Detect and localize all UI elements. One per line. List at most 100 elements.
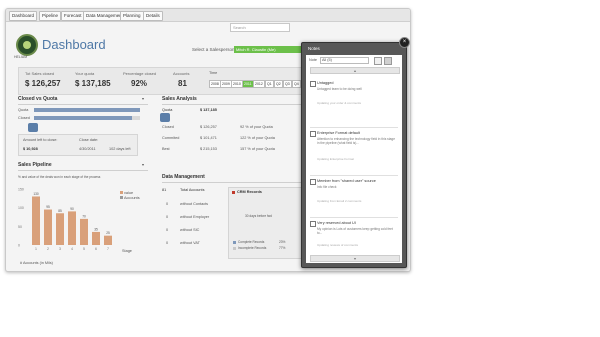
sales-analysis-row-best: Best $ 215,153 157 % of your Quota: [162, 147, 302, 155]
tab-dashboard[interactable]: Dashboard: [9, 11, 38, 21]
row-value: $ 137,185: [200, 108, 217, 112]
legend-incomplete-label: Incomplete Records: [238, 246, 267, 250]
divider: [18, 170, 148, 171]
note-checkbox[interactable]: [310, 221, 316, 227]
page-title: Dashboard: [42, 37, 106, 52]
legend-complete-swatch: [233, 241, 236, 244]
row-pct: 92 % of your Quota: [240, 125, 273, 129]
close-date-label: Close date:: [79, 138, 99, 142]
closed-label: Closed: [18, 116, 30, 120]
pipeline-bar[interactable]: [56, 213, 64, 245]
note-meta: Updating from Email 2 comments: [317, 199, 362, 203]
search-input[interactable]: Search: [230, 23, 290, 32]
note-title: Member from "shared user" source: [317, 179, 376, 183]
notes-filter-select[interactable]: All (5): [320, 57, 369, 64]
note-divider: [310, 127, 398, 128]
time-q1-button[interactable]: Q1: [265, 80, 274, 88]
x-tick-label: 7: [107, 247, 109, 251]
scroll-up-button[interactable]: ▴: [310, 67, 400, 74]
time-2012-button[interactable]: 2012: [253, 80, 265, 88]
kpi-percentage: Percentage closed 92%: [123, 71, 156, 88]
stage-label: Stage: [122, 249, 132, 253]
note-checkbox[interactable]: [310, 81, 316, 87]
time-label: Time: [209, 71, 218, 75]
legend-complete-label: Complete Records: [238, 240, 265, 244]
list-view-icon[interactable]: [384, 57, 392, 65]
bar-value-label: 25: [106, 231, 110, 235]
legend-complete-pct: 23%: [279, 240, 286, 244]
bar-value-label: 130: [33, 192, 39, 196]
pipeline-bar[interactable]: [68, 211, 76, 245]
row-count: 0: [166, 202, 169, 206]
quota-bar: [34, 108, 140, 112]
y-tick-label: 0: [18, 244, 20, 248]
row-pct: 122 % of your Quota: [240, 136, 275, 140]
tab-forecast[interactable]: Forecast: [61, 11, 85, 21]
calendar-icon[interactable]: [160, 113, 170, 122]
legend-incomplete-pct: 77%: [279, 246, 286, 250]
pipeline-bar[interactable]: [92, 231, 100, 245]
time-2011-button[interactable]: 2011: [242, 80, 254, 88]
kpi-accounts: Accounts 81: [173, 71, 189, 88]
amount-left-box: Amount left to close: $ 10,928 Close dat…: [18, 134, 138, 156]
pipeline-bar[interactable]: [44, 209, 52, 245]
pipeline-bar[interactable]: [104, 235, 112, 245]
tab-details[interactable]: Details: [143, 11, 163, 21]
close-date-value: 4/30/2011: [79, 147, 96, 151]
calendar-icon[interactable]: [28, 123, 38, 132]
x-tick-label: 5: [83, 247, 85, 251]
row-pct: 157 % of your Quota: [240, 147, 275, 151]
sales-analysis-row-commited: Commited $ 101,471 122 % of your Quota: [162, 136, 302, 144]
salesperson-select[interactable]: Mitch R. Claustin (Me): [234, 46, 304, 53]
close-icon[interactable]: ×: [399, 37, 410, 48]
x-tick-label: 3: [59, 247, 61, 251]
row-label: Best: [162, 147, 170, 151]
y-tick-label: 100: [18, 206, 24, 210]
crm-center-text: 30 days before fwd: [245, 214, 272, 218]
closed-vs-quota-menu-icon[interactable]: ▾: [142, 96, 144, 101]
time-q3-button[interactable]: Q3: [283, 80, 292, 88]
pipeline-bar[interactable]: [32, 196, 40, 245]
quota-label: Quota: [18, 108, 29, 112]
pipeline-bar[interactable]: [80, 218, 88, 245]
pipeline-menu-icon[interactable]: ▾: [142, 162, 144, 167]
kpi-label: Accounts: [173, 71, 190, 76]
note-text: Attention to enhancing the technology fi…: [317, 137, 395, 145]
salesperson-label: Select a Salesperson: [192, 47, 235, 52]
note-title: Enterprise Format default: [317, 131, 360, 135]
x-tick-label: 1: [35, 247, 37, 251]
sales-analysis-row-closed: Closed $ 126,257 92 % of your Quota: [162, 125, 302, 133]
pipeline-footer-label: # Accounts (in Mils): [20, 261, 53, 265]
kpi-value: $ 137,185: [75, 79, 111, 88]
dm-row-employer[interactable]: 0 without Employer: [162, 215, 222, 225]
kpi-value: $ 126,257: [25, 79, 61, 88]
grid-view-icon[interactable]: [374, 57, 382, 65]
closed-bar-fill: [34, 116, 132, 120]
scroll-down-button[interactable]: ▾: [310, 255, 400, 262]
x-tick-label: 2: [47, 247, 49, 251]
bar-value-label: 90: [70, 207, 74, 211]
note-title: Untagged: [317, 81, 334, 85]
dm-row-sic[interactable]: 0 without SIC: [162, 228, 222, 238]
time-q4-button[interactable]: Q4: [292, 80, 301, 88]
note-checkbox[interactable]: [310, 179, 316, 185]
data-management-title: Data Management: [162, 174, 205, 180]
note-title: Very reserved about UI: [317, 221, 356, 225]
sales-analysis-title: Sales Analysis: [162, 96, 197, 102]
notes-filter-label: Note: [309, 58, 318, 62]
note-meta: Updating Enterprise Format: [317, 157, 354, 161]
note-divider: [310, 175, 398, 176]
kpi-label: Your quota: [75, 71, 95, 76]
x-tick-label: 6: [95, 247, 97, 251]
dm-row-vat[interactable]: 0 without VAT: [162, 241, 222, 251]
dm-row-total[interactable]: 81 Total Accounts: [162, 188, 222, 198]
note-divider: [310, 217, 398, 218]
tab-pipeline[interactable]: Pipeline: [39, 11, 62, 21]
tab-planning[interactable]: Planning: [120, 11, 144, 21]
top-nav: Dashboard Pipeline Forecast Data Managem…: [6, 9, 410, 22]
time-q2-button[interactable]: Q2: [274, 80, 283, 88]
row-value: $ 215,153: [200, 147, 217, 151]
row-count: 0: [166, 228, 169, 232]
dm-row-contacts[interactable]: 0 without Contacts: [162, 202, 222, 212]
note-checkbox[interactable]: [310, 131, 316, 137]
